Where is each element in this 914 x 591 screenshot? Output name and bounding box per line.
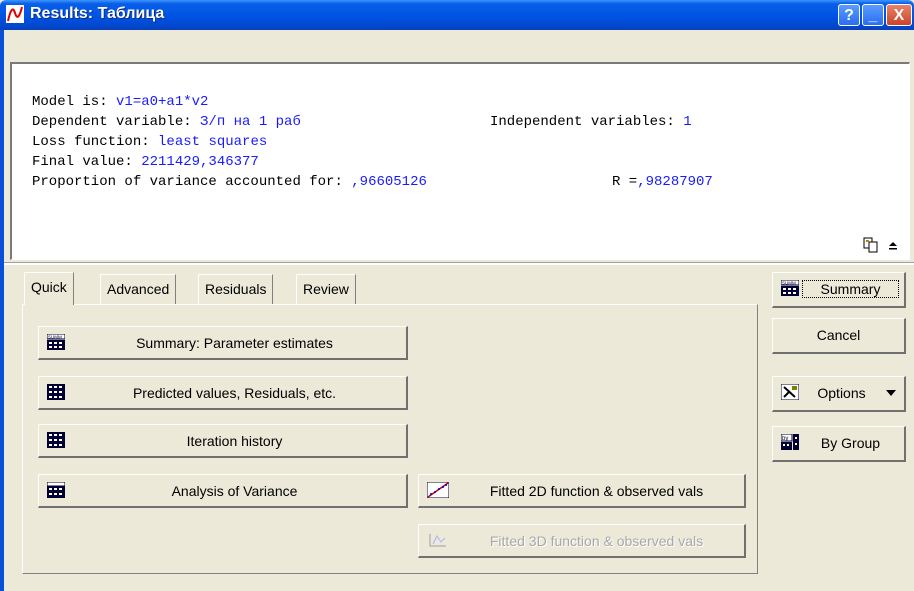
help-button[interactable]: ? (838, 4, 860, 26)
options-icon (781, 384, 799, 400)
cancel-button[interactable]: Cancel (772, 318, 906, 354)
summary-button[interactable]: SUMM Summary (772, 272, 906, 308)
model-line: Model is: v1=a0+a1*v2 (32, 94, 209, 110)
summary-parameter-estimates-label: Summary: Parameter estimates (136, 335, 333, 351)
divider (4, 262, 914, 265)
fitted-3d-button[interactable]: Fitted 3D function & observed vals (418, 524, 746, 558)
iteration-history-label: Iteration history (186, 433, 283, 449)
proportion-value: ,96605126 (351, 174, 427, 190)
predicted-values-label: Predicted values, Residuals, etc. (132, 385, 337, 401)
options-button[interactable]: Options (772, 376, 906, 412)
results-text-area[interactable]: Model is: v1=a0+a1*v2 Dependent variable… (10, 62, 910, 260)
r-value: ,98287907 (637, 174, 713, 190)
3d-plot-icon (429, 534, 446, 547)
fitted-2d-button[interactable]: Fitted 2D function & observed vals (418, 474, 746, 508)
fitted-2d-label: Fitted 2D function & observed vals (489, 483, 704, 499)
svg-text:SUMM: SUMM (48, 335, 62, 340)
by-group-icon: by (781, 434, 799, 450)
iteration-history-button[interactable]: Iteration history (38, 424, 408, 458)
table-icon (47, 432, 65, 448)
by-group-button[interactable]: by By Group (772, 426, 906, 462)
app-icon (6, 5, 24, 23)
fitted-3d-label: Fitted 3D function & observed vals (489, 533, 704, 549)
final-value: 2211429,346377 (141, 154, 259, 170)
anova-table-icon (47, 482, 65, 498)
summary-label: Summary (802, 280, 899, 298)
final-line: Final value: 2211429,346377 (32, 154, 259, 170)
proportion-line: Proportion of variance accounted for: ,9… (32, 174, 713, 190)
table-icon (47, 384, 65, 400)
dependent-value: З/п на 1 раб (200, 114, 301, 130)
window-frame (0, 30, 4, 591)
tab-residuals[interactable]: Residuals (198, 274, 274, 304)
minimize-button[interactable]: _ (862, 4, 884, 26)
summary-icon: SUMM (47, 334, 65, 350)
loss-line: Loss function: least squares (32, 134, 268, 150)
scatter-plot-icon (427, 482, 449, 498)
options-label: Options (817, 385, 866, 401)
title-bar[interactable]: Results: Таблица ? _ X (0, 0, 914, 30)
svg-text:SUMM: SUMM (782, 281, 796, 286)
dependent-line: Dependent variable: З/п на 1 раб Independ… (32, 114, 692, 130)
copy-icon[interactable] (862, 236, 880, 254)
summary-icon: SUMM (781, 280, 799, 296)
tab-review[interactable]: Review (296, 274, 356, 304)
cancel-label: Cancel (816, 327, 861, 343)
analysis-of-variance-button[interactable]: Analysis of Variance (38, 474, 408, 508)
tab-advanced[interactable]: Advanced (100, 274, 177, 304)
svg-text:by: by (782, 436, 788, 442)
model-value: v1=a0+a1*v2 (116, 94, 209, 110)
independent-value: 1 (683, 114, 692, 130)
tab-quick[interactable]: Quick (24, 272, 74, 305)
loss-value: least squares (158, 134, 268, 150)
predicted-values-button[interactable]: Predicted values, Residuals, etc. (38, 376, 408, 410)
summary-parameter-estimates-button[interactable]: SUMM Summary: Parameter estimates (38, 326, 408, 360)
window-title: Results: Таблица (30, 5, 165, 22)
analysis-of-variance-label: Analysis of Variance (171, 483, 298, 499)
chevron-down-icon (886, 390, 896, 396)
by-group-label: By Group (820, 435, 881, 451)
collapse-arrow-icon[interactable] (884, 236, 902, 254)
close-button[interactable]: X (886, 4, 912, 26)
